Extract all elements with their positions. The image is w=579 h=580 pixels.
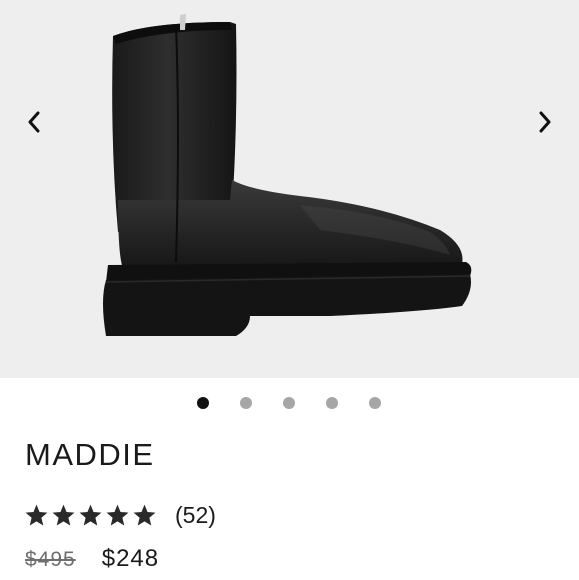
star-icon (133, 504, 156, 525)
gallery-pagination (0, 397, 579, 411)
pagination-dot[interactable] (240, 397, 252, 409)
chevron-left-icon (28, 111, 40, 133)
star-icon (52, 504, 75, 525)
star-icon (79, 504, 102, 525)
original-price: $495 (25, 548, 76, 571)
sale-price: $248 (101, 545, 160, 572)
star-icon (106, 504, 129, 525)
pagination-dot[interactable] (369, 397, 381, 409)
chevron-right-icon (539, 111, 551, 133)
pagination-dot[interactable] (326, 397, 338, 409)
product-image-gallery[interactable] (0, 0, 579, 378)
star-icon (25, 504, 48, 525)
pagination-dot[interactable] (197, 397, 209, 409)
price-block: $495 $248 (25, 545, 159, 573)
product-title: MADDIE (25, 437, 155, 472)
product-image-boot (103, 14, 472, 336)
star-rating (24, 503, 157, 528)
pagination-dot[interactable] (283, 397, 295, 409)
review-count[interactable]: (52) (175, 502, 216, 529)
next-image-button[interactable] (527, 104, 563, 140)
previous-image-button[interactable] (16, 104, 52, 140)
product-rating[interactable]: (52) (24, 500, 216, 530)
